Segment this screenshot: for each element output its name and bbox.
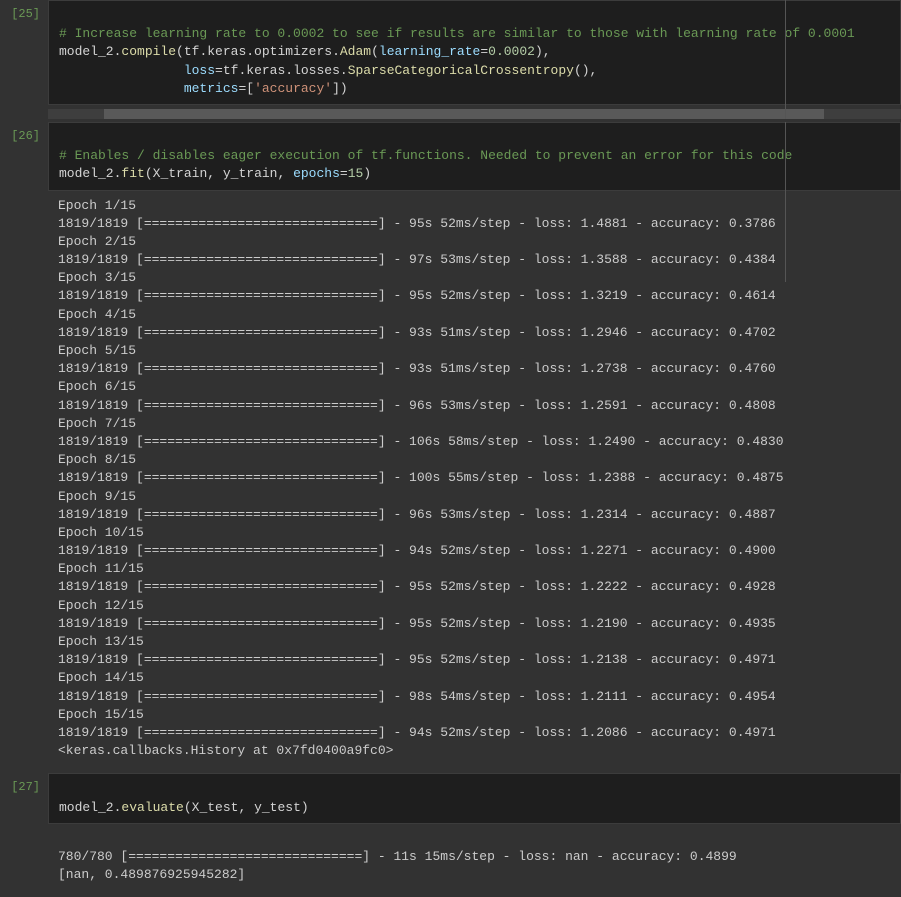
cell-output: Epoch 1/15 1819/1819 [==================…	[48, 191, 901, 771]
cell-prompt: [27]	[0, 773, 48, 894]
cell-prompt: [25]	[0, 0, 48, 119]
code-comment: # Increase learning rate to 0.0002 to se…	[59, 26, 855, 41]
cell-prompt: [26]	[0, 122, 48, 770]
code-cell-25: [25] # Increase learning rate to 0.0002 …	[0, 0, 901, 119]
code-cell-27: [27] model_2.evaluate(X_test, y_test) 78…	[0, 773, 901, 894]
code-input[interactable]: # Enables / disables eager execution of …	[48, 122, 901, 191]
cell-output: 780/780 [==============================]…	[48, 824, 901, 895]
code-cell-26: [26] # Enables / disables eager executio…	[0, 122, 901, 770]
code-input[interactable]: model_2.evaluate(X_test, y_test)	[48, 773, 901, 823]
code-comment: # Enables / disables eager execution of …	[59, 148, 792, 163]
scrollbar-thumb[interactable]	[104, 109, 824, 119]
horizontal-scrollbar[interactable]	[48, 109, 901, 119]
code-input[interactable]: # Increase learning rate to 0.0002 to se…	[48, 0, 901, 105]
